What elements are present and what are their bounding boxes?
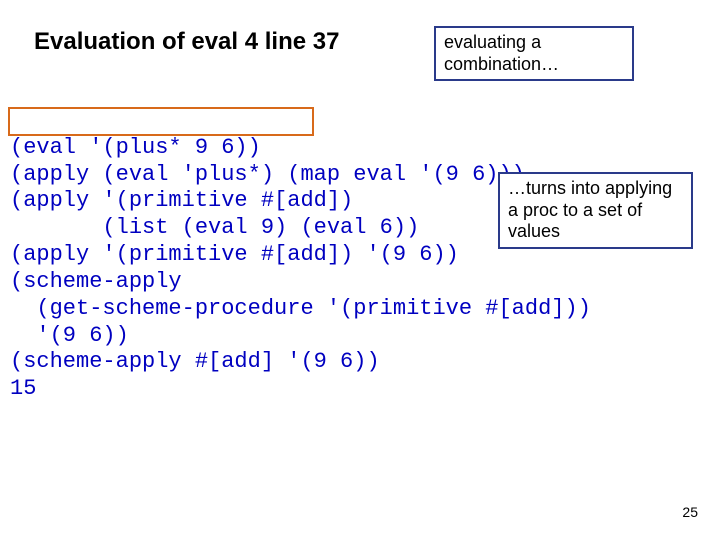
annotation-evaluating-combination: evaluating a combination… xyxy=(434,26,634,81)
code-line-8: '(9 6)) xyxy=(10,323,129,348)
code-line-7: (get-scheme-procedure '(primitive #[add]… xyxy=(10,296,591,321)
code-line-3: (apply '(primitive #[add]) xyxy=(10,188,353,213)
page-number: 25 xyxy=(682,504,698,520)
code-line-9: (scheme-apply #[add] '(9 6)) xyxy=(10,349,380,374)
slide-title: Evaluation of eval 4 line 37 xyxy=(34,28,339,56)
code-line-5: (apply '(primitive #[add]) '(9 6)) xyxy=(10,242,459,267)
annotation-applying-proc: …turns into applying a proc to a set of … xyxy=(498,172,693,249)
code-line-1: (eval '(plus* 9 6)) xyxy=(10,135,261,160)
code-line-2: (apply (eval 'plus*) (map eval '(9 6))) xyxy=(10,162,525,187)
code-line-6: (scheme-apply xyxy=(10,269,182,294)
code-block: (eval '(plus* 9 6)) (apply (eval 'plus*)… xyxy=(10,108,591,403)
code-line-10: 15 xyxy=(10,376,36,401)
code-line-4: (list (eval 9) (eval 6)) xyxy=(10,215,419,240)
